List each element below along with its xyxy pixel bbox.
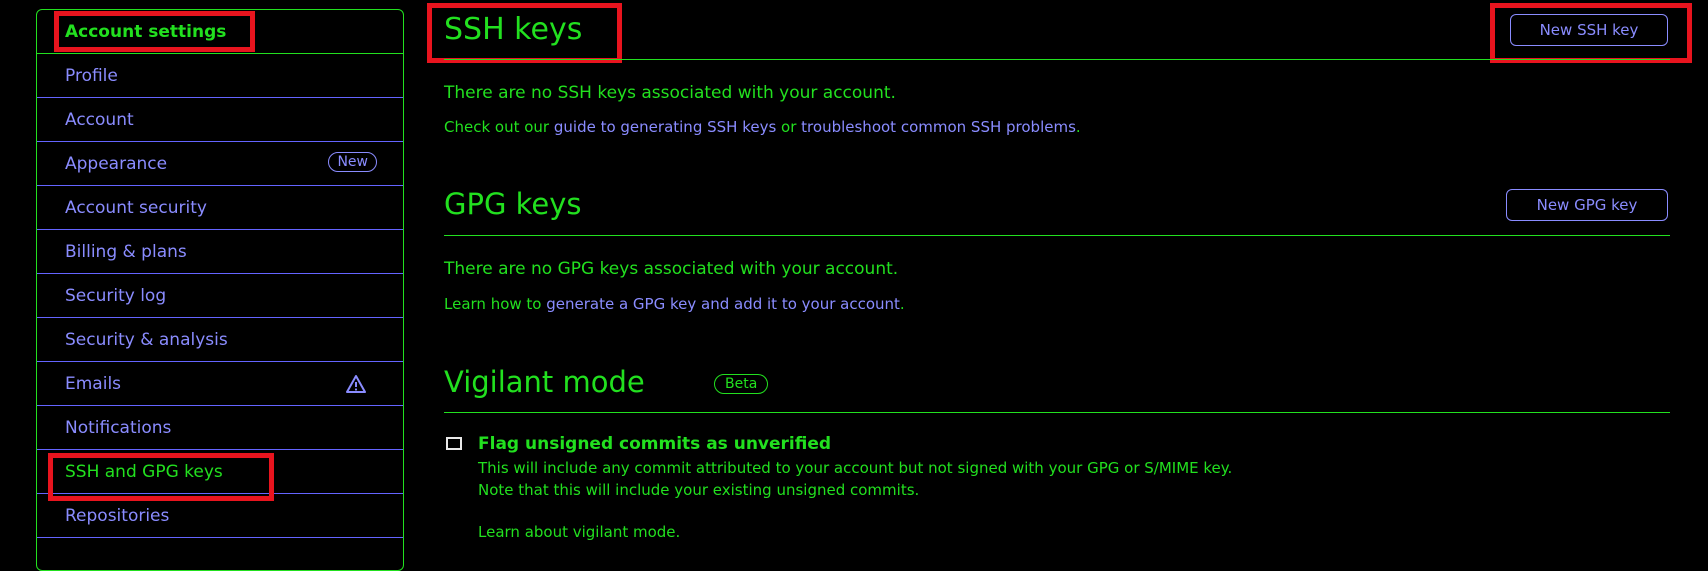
ssh-guide-link[interactable]: guide to generating SSH keys <box>554 118 776 136</box>
ssh-divider <box>444 59 1670 60</box>
new-badge: New <box>328 152 377 172</box>
ssh-troubleshoot-link[interactable]: troubleshoot common SSH problems <box>801 118 1076 136</box>
ssh-empty-message: There are no SSH keys associated with yo… <box>444 83 896 103</box>
sidebar-item-profile[interactable]: Profile <box>37 54 403 98</box>
gpg-empty-message: There are no GPG keys associated with yo… <box>444 259 899 279</box>
sidebar-item-account-security[interactable]: Account security <box>37 186 403 230</box>
sidebar-item-repositories[interactable]: Repositories <box>37 494 403 538</box>
beta-badge: Beta <box>714 374 769 394</box>
sidebar-item-security-analysis[interactable]: Security & analysis <box>37 318 403 362</box>
sidebar-item-account[interactable]: Account <box>37 98 403 142</box>
gpg-learn-suffix: . <box>899 295 905 313</box>
sidebar-item-security-log[interactable]: Security log <box>37 274 403 318</box>
vigilant-divider <box>444 412 1670 413</box>
gpg-keys-title: GPG keys <box>444 187 582 221</box>
gpg-learn-text: Learn how to generate a GPG key and add … <box>444 295 905 313</box>
sidebar-item-ssh-gpg-keys[interactable]: SSH and GPG keys <box>37 450 403 494</box>
ssh-keys-title: SSH keys <box>444 12 583 47</box>
gpg-learn-link[interactable]: generate a GPG key and add it to your ac… <box>546 295 900 313</box>
new-gpg-key-button[interactable]: New GPG key <box>1506 189 1668 221</box>
sidebar-item-emails[interactable]: Emails <box>37 362 403 406</box>
sidebar-item-label: Emails <box>65 373 122 394</box>
ssh-guide-prefix: Check out our <box>444 118 554 136</box>
ssh-guide-suffix: . <box>1075 118 1081 136</box>
gpg-divider <box>444 235 1670 236</box>
vigilant-mode-title: Vigilant mode <box>444 365 645 399</box>
ssh-guide-text: Check out our guide to generating SSH ke… <box>444 118 1081 136</box>
vigilant-checkbox-label[interactable]: Flag unsigned commits as unverified <box>478 434 831 454</box>
new-ssh-key-button[interactable]: New SSH key <box>1510 14 1668 46</box>
settings-sidebar: Account settings Profile Account Appeara… <box>36 9 404 571</box>
vigilant-description-2: Note that this will include your existin… <box>478 481 920 499</box>
sidebar-item-appearance[interactable]: Appearance New <box>37 142 403 186</box>
sidebar-item-notifications[interactable]: Notifications <box>37 406 403 450</box>
gpg-learn-prefix: Learn how to <box>444 295 547 313</box>
vigilant-checkbox[interactable] <box>446 437 462 450</box>
ssh-guide-mid: or <box>776 118 802 136</box>
sidebar-item-billing[interactable]: Billing & plans <box>37 230 403 274</box>
vigilant-description-1: This will include any commit attributed … <box>478 459 1233 477</box>
vigilant-learn-link[interactable]: Learn about vigilant mode. <box>478 523 680 541</box>
sidebar-header: Account settings <box>37 10 403 54</box>
sidebar-item-label: Appearance <box>65 153 168 174</box>
warning-icon <box>346 375 366 393</box>
